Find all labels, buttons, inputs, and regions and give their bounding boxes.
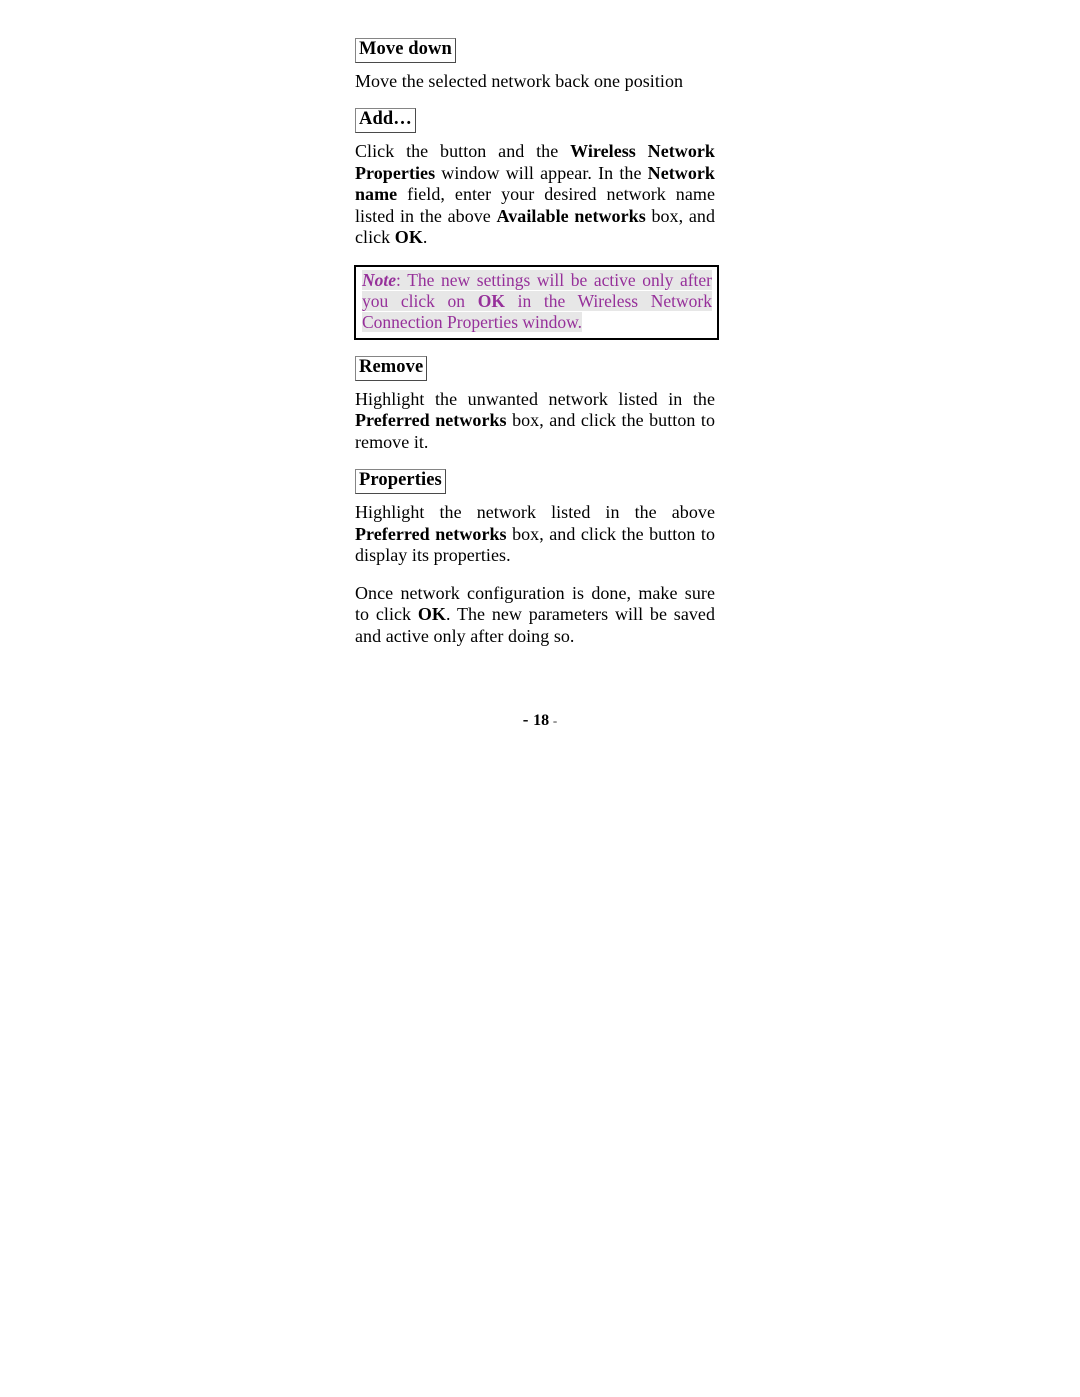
run-bold-ok: OK xyxy=(394,227,423,248)
paragraph-move-down: Move the selected network back one posit… xyxy=(355,71,715,93)
note-colon: : xyxy=(396,269,408,290)
heading-add: Add… xyxy=(355,108,416,134)
run-bold-preferred-networks: Preferred networks xyxy=(355,523,507,544)
page-number: 18 xyxy=(533,712,550,729)
run-bold-preferred-networks: Preferred networks xyxy=(355,410,507,431)
paragraph-properties: Highlight the network listed in the abov… xyxy=(355,502,715,567)
run-text: . xyxy=(422,227,428,248)
paragraph-final-note: Once network configuration is done, make… xyxy=(355,583,715,648)
run-text: Highlight the network listed in the abov… xyxy=(355,502,715,523)
run-text: Click the button and the xyxy=(355,141,571,162)
section-add: Add… xyxy=(355,108,715,134)
heading-remove: Remove xyxy=(355,355,428,381)
paragraph-remove: Highlight the unwanted network listed in… xyxy=(355,389,715,454)
run-text: Move the selected network back one posit… xyxy=(355,70,684,91)
run-text: window will appear. In the xyxy=(435,162,648,183)
footer-dash-trailing: - xyxy=(552,713,558,728)
section-move-down: Move down xyxy=(355,38,715,63)
note-callout-box: Note: The new settings will be active on… xyxy=(354,264,719,340)
page-footer: - 18 - xyxy=(0,711,1080,729)
run-bold-ok: OK xyxy=(417,604,446,625)
note-text: Note: The new settings will be active on… xyxy=(362,269,713,334)
heading-move-down: Move down xyxy=(355,38,456,63)
paragraph-add: Click the button and the Wireless Networ… xyxy=(355,141,715,249)
section-remove: Remove xyxy=(355,355,715,381)
note-emphasis-ok: OK xyxy=(477,291,505,312)
section-properties: Properties xyxy=(355,469,715,495)
document-page: Move down Move the selected network back… xyxy=(354,38,719,663)
heading-properties: Properties xyxy=(355,469,446,495)
run-text: Highlight the unwanted network listed in… xyxy=(355,388,715,409)
run-bold-available-networks: Available networks xyxy=(496,205,646,226)
note-label: Note xyxy=(362,269,397,290)
